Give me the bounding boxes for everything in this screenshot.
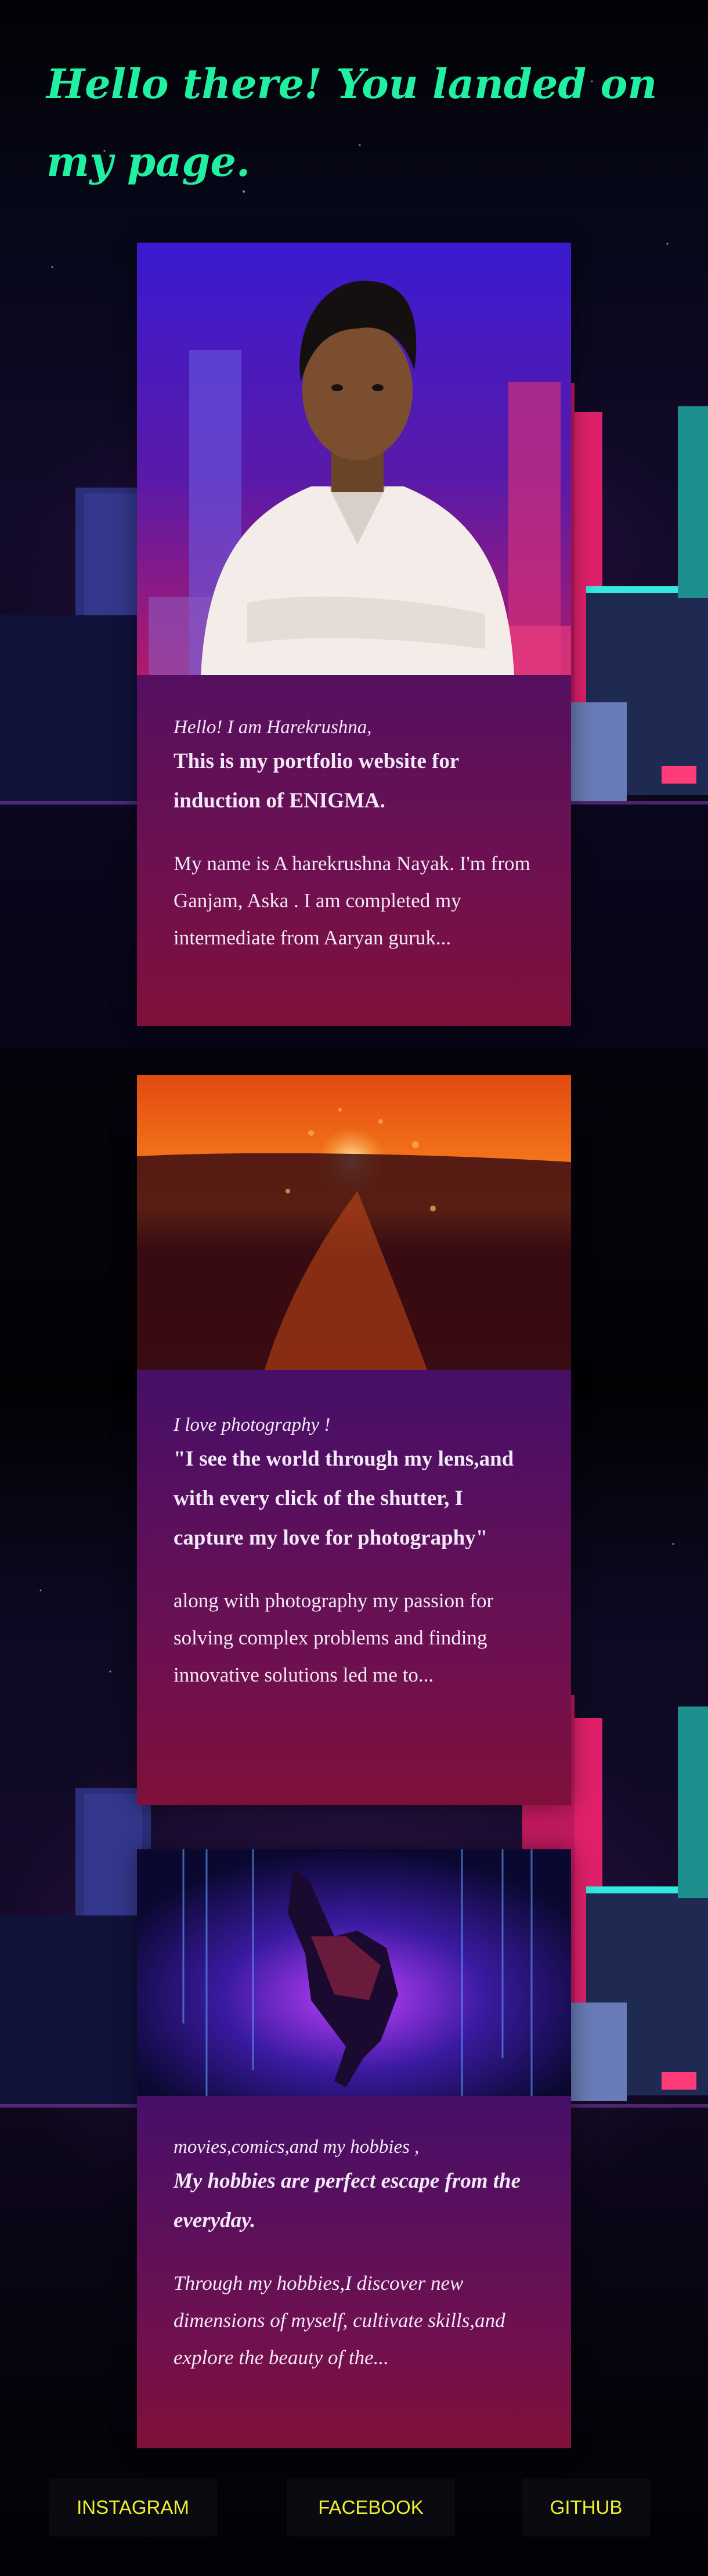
sunset-splash-photo xyxy=(137,1075,571,1370)
social-footer: INSTAGRAM FACEBOOK GITHUB xyxy=(0,2478,708,2537)
spider-verse-artwork xyxy=(137,1849,571,2096)
intro-body: My name is A harekrushna Nayak. I'm from… xyxy=(174,852,530,949)
hobbies-body: Through my hobbies,I discover new dimens… xyxy=(174,2272,505,2369)
about-card: Hello! I am Harekrushna, This is my port… xyxy=(137,243,571,1026)
intro-lead: Hello! I am Harekrushna, xyxy=(174,717,372,738)
instagram-link[interactable]: INSTAGRAM xyxy=(49,2478,217,2537)
facebook-link[interactable]: FACEBOOK xyxy=(287,2478,455,2537)
photography-quote: "I see the world through my lens,and wit… xyxy=(174,1447,514,1550)
hobbies-card: movies,comics,and my hobbies , My hobbie… xyxy=(137,1849,571,2448)
hobbies-headline: My hobbies are perfect escape from the e… xyxy=(174,2169,521,2232)
photography-card: I love photography ! "I see the world th… xyxy=(137,1075,571,1805)
page-title: Hello there! You landed on my page. xyxy=(46,60,658,186)
photography-body: along with photography my passion for so… xyxy=(174,1589,494,1686)
portrait-photo xyxy=(137,243,571,675)
photography-lead: I love photography ! xyxy=(174,1415,331,1435)
github-link[interactable]: GITHUB xyxy=(522,2478,650,2537)
hobbies-lead: movies,comics,and my hobbies , xyxy=(174,2137,420,2158)
intro-headline: This is my portfolio website for inducti… xyxy=(174,749,459,813)
